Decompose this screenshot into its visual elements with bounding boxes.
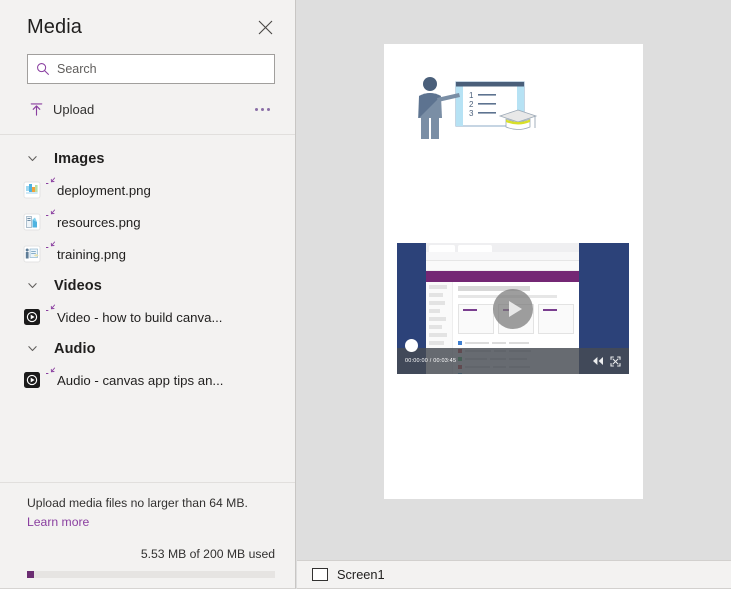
image-thumbnail-icon — [22, 213, 41, 232]
media-toolbar: Upload — [0, 90, 295, 128]
panel-footer: Upload media files no larger than 64 MB.… — [0, 482, 295, 588]
row-cell — [509, 342, 529, 344]
close-button[interactable] — [251, 13, 279, 41]
ellipsis-icon — [255, 108, 258, 111]
search-container — [0, 54, 295, 84]
video-timestamp: 00:00:00 / 00:03:45 — [405, 358, 456, 364]
list-item-label: Audio - canvas app tips an... — [45, 373, 223, 388]
row-cell — [492, 342, 506, 344]
list-item-label: deployment.png — [45, 183, 151, 198]
group-header-videos[interactable]: Videos — [0, 270, 295, 301]
upload-arrow-icon — [29, 102, 44, 117]
more-options-button[interactable] — [249, 96, 275, 122]
svg-text:3: 3 — [469, 109, 474, 118]
storage-progress-fill — [27, 571, 34, 578]
fullscreen-icon[interactable] — [610, 356, 621, 367]
video-nav-row — [429, 317, 446, 321]
video-app-header — [426, 271, 579, 282]
video-app-ribbon — [426, 261, 579, 271]
video-control[interactable]: 00:00:00 / 00:03:45 — [397, 243, 629, 374]
video-browser-tab — [429, 245, 455, 252]
media-pane-app: Media — [0, 0, 731, 606]
video-nav-row — [429, 285, 447, 289]
list-item[interactable]: resources.png — [0, 206, 295, 238]
chevron-down-icon — [27, 153, 38, 164]
video-browser-tab — [458, 245, 492, 252]
row-color-chip — [458, 341, 462, 345]
group-label: Images — [54, 151, 105, 167]
play-icon — [509, 301, 522, 317]
list-item[interactable]: Video - how to build canva... — [0, 301, 295, 333]
screen-name-label: Screen1 — [337, 567, 385, 582]
video-nav-row — [429, 301, 445, 305]
storage-progress-bar — [27, 571, 275, 578]
status-bar: Screen1 — [297, 560, 731, 589]
list-item[interactable]: deployment.png — [0, 174, 295, 206]
video-browser-tabbar — [426, 243, 579, 252]
list-item-label: Video - how to build canva... — [45, 310, 222, 325]
rewind-icon[interactable] — [592, 356, 604, 366]
row-cell — [465, 342, 489, 344]
group-header-images[interactable]: Images — [0, 143, 295, 174]
video-nav-row — [429, 293, 443, 297]
svg-text:1: 1 — [469, 91, 474, 100]
upload-limit-note: Upload media files no larger than 64 MB. — [27, 495, 275, 513]
video-app-table-row — [458, 340, 574, 346]
ellipsis-icon — [261, 108, 264, 111]
search-input[interactable] — [57, 62, 266, 76]
media-play-icon — [22, 371, 41, 390]
svg-text:2: 2 — [469, 100, 474, 109]
chevron-down-icon — [27, 280, 38, 291]
media-play-icon — [22, 308, 41, 327]
play-button[interactable] — [493, 289, 533, 329]
media-panel: Media — [0, 0, 296, 589]
image-thumbnail-icon — [22, 181, 41, 200]
video-app-card — [538, 304, 574, 334]
search-icon — [36, 62, 50, 76]
screen-selector[interactable]: Screen1 — [312, 567, 385, 582]
upload-button[interactable]: Upload — [29, 94, 100, 124]
storage-usage-text: 5.53 MB of 200 MB used — [27, 547, 275, 561]
list-item-label: resources.png — [45, 215, 141, 230]
list-item-label: training.png — [45, 247, 126, 262]
group-header-audio[interactable]: Audio — [0, 333, 295, 364]
group-label: Videos — [54, 278, 102, 294]
close-icon — [258, 20, 273, 35]
app-canvas[interactable]: 1 2 3 — [296, 0, 731, 589]
list-item[interactable]: Audio - canvas app tips an... — [0, 364, 295, 396]
video-nav-row — [429, 341, 444, 345]
video-scrubber-handle[interactable] — [405, 339, 418, 352]
video-app-card — [458, 304, 494, 334]
page-title: Media — [27, 16, 251, 39]
upload-button-label: Upload — [53, 102, 94, 117]
learn-more-link[interactable]: Learn more — [27, 515, 89, 529]
video-nav-row — [429, 309, 440, 313]
search-box[interactable] — [27, 54, 275, 84]
training-illustration[interactable]: 1 2 3 — [406, 70, 546, 155]
screen-canvas[interactable]: 1 2 3 — [384, 44, 643, 499]
group-label: Audio — [54, 341, 96, 357]
media-file-list[interactable]: Images d — [0, 135, 295, 482]
screen-rectangle-icon — [312, 568, 328, 581]
video-nav-row — [429, 325, 442, 329]
ellipsis-icon — [267, 108, 270, 111]
list-item[interactable]: training.png — [0, 238, 295, 270]
chevron-down-icon — [27, 343, 38, 354]
video-nav-row — [429, 333, 447, 337]
video-browser-addressbar — [426, 252, 579, 261]
video-controls-bar[interactable]: 00:00:00 / 00:03:45 — [397, 348, 629, 374]
image-thumbnail-icon — [22, 245, 41, 264]
panel-header: Media — [0, 0, 295, 54]
